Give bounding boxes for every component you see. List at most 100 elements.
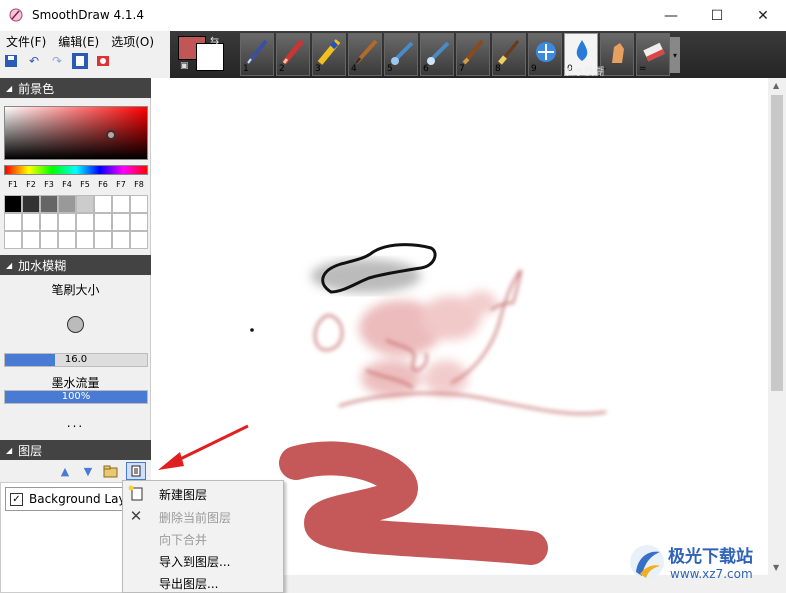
menu-delete-layer[interactable]: 删除当前图层 bbox=[159, 509, 231, 526]
layer-toolbar: ▲ ▼ bbox=[0, 460, 151, 482]
undo-icon[interactable]: ↶ bbox=[26, 53, 42, 69]
fkey-label: F7 bbox=[116, 180, 126, 189]
page-icon[interactable] bbox=[72, 53, 88, 69]
layer-visibility-checkbox[interactable]: ✓ bbox=[10, 492, 23, 506]
move-layer-down-icon[interactable]: ▼ bbox=[80, 463, 96, 479]
palette-swatch[interactable] bbox=[76, 231, 94, 249]
brush-sparkle[interactable]: 9 bbox=[528, 33, 562, 76]
minimize-button[interactable]: — bbox=[648, 0, 694, 31]
palette-swatch[interactable] bbox=[40, 213, 58, 231]
menu-import-to-layer[interactable]: 导入到图层... bbox=[159, 553, 230, 570]
menu-merge-down[interactable]: 向下合并 bbox=[159, 531, 207, 548]
menu-bar: 文件(F) 编辑(E) 选项(O) bbox=[0, 31, 170, 51]
brush-pencil[interactable]: 2 bbox=[276, 33, 310, 76]
foreground-color-header[interactable]: ◢ 前景色 bbox=[0, 78, 151, 98]
function-key-row: F1 F2 F3 F4 F5 F6 F7 F8 bbox=[4, 180, 148, 194]
toolbar-more-button[interactable]: ▾ bbox=[670, 37, 680, 73]
menu-file[interactable]: 文件(F) bbox=[6, 33, 46, 50]
layer-context-menu: 新建图层 ✕ 删除当前图层 向下合并 导入到图层... 导出图层... bbox=[122, 480, 284, 593]
redo-icon[interactable]: ↷ bbox=[49, 53, 65, 69]
color-picker-handle[interactable] bbox=[106, 130, 116, 140]
palette-swatch[interactable] bbox=[94, 195, 112, 213]
brush-smudge[interactable]: - bbox=[600, 33, 634, 76]
brush-quill[interactable]: 4 bbox=[348, 33, 382, 76]
fkey-label: F8 bbox=[134, 180, 144, 189]
palette-swatch[interactable] bbox=[94, 213, 112, 231]
color-field[interactable] bbox=[4, 106, 148, 160]
screen-icon[interactable] bbox=[95, 53, 111, 69]
new-layer-icon bbox=[128, 485, 144, 501]
layer-properties-icon[interactable] bbox=[102, 463, 118, 479]
swap-colors-icon[interactable]: ⇆ bbox=[210, 34, 219, 47]
palette-swatch[interactable] bbox=[112, 213, 130, 231]
palette-swatch[interactable] bbox=[112, 195, 130, 213]
background-color-swatch[interactable] bbox=[196, 43, 224, 71]
save-icon[interactable] bbox=[3, 53, 19, 69]
palette-swatch[interactable] bbox=[94, 231, 112, 249]
palette-swatch[interactable] bbox=[4, 195, 22, 213]
brush-crayon[interactable]: 3 bbox=[312, 33, 346, 76]
scroll-up-icon[interactable]: ▲ bbox=[773, 81, 779, 90]
scroll-thumb[interactable] bbox=[771, 95, 783, 391]
fkey-label: F1 bbox=[8, 180, 18, 189]
fkey-label: F4 bbox=[62, 180, 72, 189]
ink-flow-value: 100% bbox=[61, 391, 91, 402]
brush-settings-header[interactable]: ◢ 加水模糊 bbox=[0, 255, 151, 275]
palette-swatch[interactable] bbox=[22, 195, 40, 213]
quick-toolbar: ↶ ↷ bbox=[0, 51, 170, 71]
layers-header[interactable]: ◢ 图层 bbox=[0, 440, 151, 460]
app-logo-icon bbox=[9, 8, 23, 22]
section-title: 前景色 bbox=[18, 81, 55, 96]
brush-paint[interactable]: 8 bbox=[492, 33, 526, 76]
brush-airbrush[interactable]: 5 bbox=[384, 33, 418, 76]
menu-options[interactable]: 选项(O) bbox=[111, 33, 154, 50]
palette-swatch[interactable] bbox=[112, 231, 130, 249]
more-settings-button[interactable]: ... bbox=[0, 416, 151, 430]
close-button[interactable]: ✕ bbox=[740, 0, 786, 31]
palette-swatch[interactable] bbox=[40, 195, 58, 213]
palette-swatch[interactable] bbox=[130, 213, 148, 231]
brush-eraser[interactable]: = bbox=[636, 33, 670, 76]
brush-number: 1 bbox=[243, 64, 249, 74]
brush-number: 8 bbox=[495, 64, 501, 74]
brush-size-slider[interactable]: 16.0 bbox=[4, 353, 148, 367]
brush-toolbar: ⇆ ▣ 1 2 3 4 5 6 7 8 9 0 - = 加水模糊 ▾ bbox=[170, 31, 786, 78]
watermark-url: www.xz7.com bbox=[670, 567, 753, 581]
palette-swatch[interactable] bbox=[58, 213, 76, 231]
palette-swatch[interactable] bbox=[58, 231, 76, 249]
window-title: SmoothDraw 4.1.4 bbox=[32, 8, 144, 22]
palette-swatch[interactable] bbox=[22, 231, 40, 249]
collapse-triangle-icon: ◢ bbox=[6, 260, 13, 270]
ink-flow-slider[interactable]: 100% bbox=[4, 390, 148, 404]
brush-oil[interactable]: 7 bbox=[456, 33, 490, 76]
brush-number: 6 bbox=[423, 64, 429, 74]
brush-pen[interactable]: 1 bbox=[240, 33, 274, 76]
palette-swatch[interactable] bbox=[76, 195, 94, 213]
palette-swatch[interactable] bbox=[76, 213, 94, 231]
brush-size-preview bbox=[67, 316, 84, 333]
brush-number: 7 bbox=[459, 64, 465, 74]
palette-swatch[interactable] bbox=[58, 195, 76, 213]
reset-colors-icon[interactable]: ▣ bbox=[180, 61, 189, 71]
layer-menu-icon[interactable] bbox=[126, 462, 146, 480]
maximize-button[interactable]: ☐ bbox=[694, 0, 740, 31]
palette-swatch[interactable] bbox=[4, 213, 22, 231]
brush-size-value: 16.0 bbox=[64, 354, 88, 365]
annotation-arrow-icon bbox=[158, 424, 249, 470]
palette-swatch[interactable] bbox=[22, 213, 40, 231]
palette-swatch[interactable] bbox=[130, 195, 148, 213]
palette-swatch[interactable] bbox=[40, 231, 58, 249]
palette-swatch[interactable] bbox=[4, 231, 22, 249]
brush-spray[interactable]: 6 bbox=[420, 33, 454, 76]
move-layer-up-icon[interactable]: ▲ bbox=[57, 463, 73, 479]
hue-slider[interactable] bbox=[4, 165, 148, 175]
menu-new-layer[interactable]: 新建图层 bbox=[159, 486, 207, 503]
collapse-triangle-icon: ◢ bbox=[6, 445, 13, 455]
color-palette bbox=[4, 195, 148, 249]
menu-export-layer[interactable]: 导出图层... bbox=[159, 575, 218, 592]
menu-edit[interactable]: 编辑(E) bbox=[58, 33, 99, 50]
ink-flow-label: 墨水流量 bbox=[51, 376, 100, 390]
vertical-scrollbar[interactable]: ▲ ▼ bbox=[768, 78, 786, 575]
palette-swatch[interactable] bbox=[130, 231, 148, 249]
brush-number: 2 bbox=[279, 64, 285, 74]
